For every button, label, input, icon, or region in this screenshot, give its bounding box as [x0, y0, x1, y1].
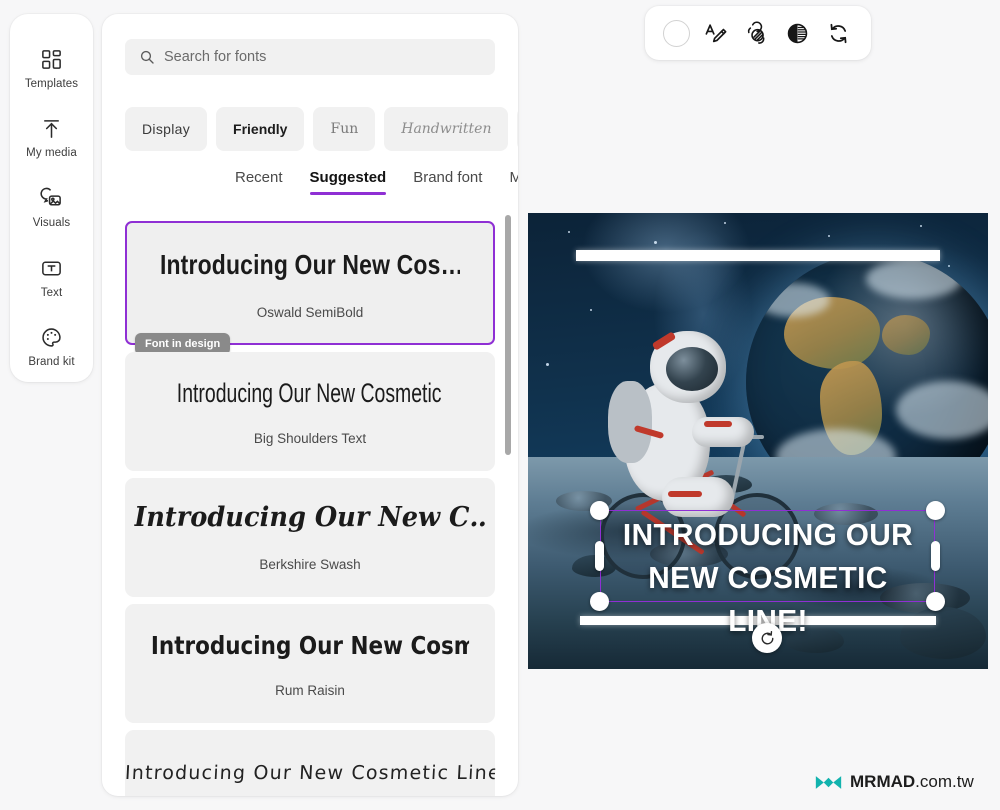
left-sidebar: Templates My media Visuals Text Brand ki… [10, 14, 93, 382]
star [546, 363, 549, 366]
sidebar-item-label: Brand kit [28, 356, 75, 369]
contrast-icon[interactable] [783, 18, 813, 48]
color-swatch[interactable] [662, 19, 690, 47]
font-preview-text: Introducing Our New C… [134, 502, 486, 533]
sidebar-item-label: Templates [24, 77, 79, 90]
tab-brand-font[interactable]: Brand font [413, 169, 482, 195]
rotate-handle[interactable] [752, 623, 782, 653]
astronaut-backpack [608, 381, 652, 463]
search-field[interactable] [125, 39, 495, 75]
floating-toolbar [645, 6, 871, 60]
search-input[interactable] [164, 49, 481, 65]
font-preview-text: Introducing Our New Cos… [159, 249, 461, 280]
effects-icon[interactable] [742, 18, 772, 48]
font-list-item[interactable]: Introducing Our New Cos… Oswald SemiBold… [125, 221, 495, 355]
refresh-icon[interactable] [824, 18, 854, 48]
font-name-label: Rum Raisin [275, 683, 345, 698]
font-list-item[interactable]: Introducing Our New Cosmetic … Big Shoul… [125, 352, 495, 471]
star [590, 309, 592, 311]
cloud [866, 259, 962, 299]
font-list-item[interactable]: Introducing Our New Cosmeti… Rum Raisin [125, 604, 495, 723]
resize-handle-right[interactable] [931, 541, 940, 571]
cloud [896, 381, 988, 439]
font-preview-text: Introducing Our New Cosmeti… [150, 631, 469, 660]
watermark-suffix: .com.tw [915, 772, 974, 791]
font-category-chips: Display Friendly Fun Handwritten Mo [125, 107, 518, 151]
sidebar-item-text[interactable]: Text [10, 243, 93, 313]
font-list-item[interactable]: Introducing Our New C… Berkshire Swash [125, 478, 495, 597]
resize-handle-left[interactable] [595, 541, 604, 571]
tab-suggested[interactable]: Suggested [309, 169, 386, 195]
resize-handle-bottom-right[interactable] [926, 592, 945, 611]
star [568, 231, 570, 233]
image-bubble-icon [40, 187, 63, 210]
cloud [756, 283, 830, 317]
sidebar-item-templates[interactable]: Templates [10, 34, 93, 104]
sidebar-item-visuals[interactable]: Visuals [10, 173, 93, 243]
star [828, 235, 830, 237]
resize-handle-top-left[interactable] [590, 501, 609, 520]
templates-grid-icon [40, 48, 63, 71]
sidebar-item-label: My media [26, 147, 77, 160]
font-list-scrollbar[interactable] [505, 215, 511, 455]
font-preview-text: Introducing Our New Cosmetic Line! [124, 762, 496, 784]
text-box-icon [40, 257, 63, 280]
font-source-tabs: Recent Suggested Brand font My fonts [235, 169, 518, 195]
sidebar-item-label: Visuals [32, 216, 71, 229]
chip-friendly[interactable]: Friendly [216, 107, 305, 151]
search-icon [139, 49, 155, 65]
font-name-label: Berkshire Swash [259, 557, 361, 572]
mrmad-logo-icon [815, 775, 842, 789]
tab-my-fonts[interactable]: My fonts [509, 169, 518, 195]
landmass [882, 315, 930, 355]
suit-stripe [668, 491, 702, 497]
palette-icon [40, 326, 63, 349]
chip-more[interactable]: Mo [517, 107, 518, 151]
font-preview-text: Introducing Our New Cosmetic … [176, 378, 444, 408]
tab-recent[interactable]: Recent [235, 169, 283, 195]
star [654, 241, 657, 244]
resize-handle-bottom-left[interactable] [590, 592, 609, 611]
font-list: Introducing Our New Cos… Oswald SemiBold… [102, 219, 518, 796]
sidebar-item-label: Text [40, 286, 63, 299]
font-panel: Display Friendly Fun Handwritten Mo Rece… [102, 14, 518, 796]
chip-fun[interactable]: Fun [313, 107, 376, 151]
design-canvas[interactable]: INTRODUCING OUR NEW COSMETIC LINE! [528, 213, 988, 669]
font-list-item[interactable]: Introducing Our New Cosmetic Line! [124, 730, 496, 796]
astronaut-visor [666, 347, 718, 391]
watermark-text: MRMAD.com.tw [850, 772, 974, 792]
upload-arrow-icon [40, 117, 63, 140]
font-name-label: Big Shoulders Text [253, 431, 367, 446]
sidebar-item-my-media[interactable]: My media [10, 104, 93, 174]
font-name-label: Oswald SemiBold [256, 305, 364, 320]
suit-stripe [704, 421, 732, 427]
sidebar-item-brand-kit[interactable]: Brand kit [10, 312, 93, 382]
font-edit-icon[interactable] [701, 18, 731, 48]
star [724, 222, 726, 224]
top-decor-bar [576, 250, 940, 261]
chip-handwritten[interactable]: Handwritten [384, 107, 509, 151]
app-root: Templates My media Visuals Text Brand ki… [0, 0, 1000, 810]
watermark: MRMAD.com.tw [815, 772, 974, 792]
star [920, 225, 922, 227]
watermark-brand: MRMAD [850, 772, 916, 791]
chip-display[interactable]: Display [125, 107, 208, 151]
resize-handle-top-right[interactable] [926, 501, 945, 520]
